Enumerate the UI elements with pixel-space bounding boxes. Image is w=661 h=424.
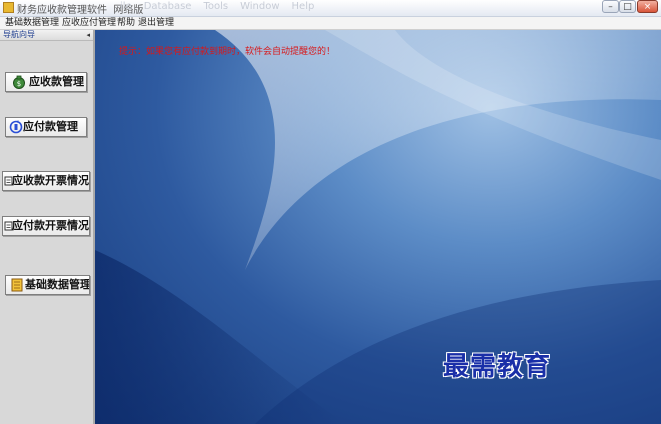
nav-label: 基础数据管理 (25, 278, 90, 291)
ghost-menu-database: Database (143, 1, 192, 12)
money-bag-icon: $ (13, 75, 25, 89)
nav-label: 应收款管理 (29, 75, 84, 88)
sidebar-header: 导航向导 ◂ (0, 30, 93, 41)
nav-payable-invoice-status[interactable]: 应付款开票情况 (2, 216, 90, 236)
maximize-icon: □ (623, 2, 632, 12)
sidebar-title: 导航向导 (3, 30, 35, 39)
watermark-logo: 最需教育 (443, 352, 552, 382)
wallpaper-swirl (95, 30, 661, 424)
main-desktop: 提示：如果您有应付款到期时，软件会自动提醒您的！ (95, 30, 661, 424)
ghost-menu: ile Database Tools Window Help (120, 1, 326, 12)
menu-receivable-payable[interactable]: 应收应付管理 (62, 17, 116, 29)
notebook-icon (11, 278, 23, 292)
maximize-button[interactable]: □ (619, 0, 636, 13)
close-button[interactable]: × (637, 0, 658, 13)
nav-receivable-management[interactable]: $ 应收款管理 (5, 72, 87, 92)
minimize-icon: – (608, 2, 613, 12)
nav-receivable-invoice-status[interactable]: 应收款开票情况 (2, 171, 90, 191)
reminder-notice: 提示：如果您有应付款到期时，软件会自动提醒您的！ (119, 47, 336, 57)
menu-bar: 基础数据管理 应收应付管理 帮助 退出管理 (0, 17, 661, 30)
ghost-menu-tools: Tools (203, 1, 229, 12)
menu-basic-data[interactable]: 基础数据管理 (5, 17, 59, 29)
title-bar: 财务应收款管理软件 网络版 ile Database Tools Window Help… (0, 0, 661, 17)
app-icon (3, 2, 14, 13)
minimize-button[interactable]: – (602, 0, 619, 13)
sidebar-collapse-icon[interactable]: ◂ (86, 30, 90, 40)
nav-label: 应付款开票情况 (12, 219, 89, 232)
window-title-text: 财务应收款管理软件 (17, 5, 107, 16)
nav-label: 应收款开票情况 (12, 174, 89, 187)
sidebar: 导航向导 ◂ $ 应收款管理 应付款管理 应收款开票情况 应付款开票情况 基础数… (0, 30, 95, 424)
ghost-menu-window: Window (240, 1, 280, 12)
nav-basic-data-management[interactable]: 基础数据管理 (5, 275, 90, 295)
svg-text:$: $ (17, 80, 21, 88)
nav-payable-management[interactable]: 应付款管理 (5, 117, 87, 137)
ghost-menu-file: ile (120, 1, 132, 12)
ghost-menu-help: Help (291, 1, 315, 12)
close-icon: × (643, 2, 652, 12)
menu-help[interactable]: 帮助 (117, 17, 135, 29)
nav-label: 应付款管理 (23, 120, 78, 133)
payment-cycle-icon (9, 120, 23, 134)
menu-exit[interactable]: 退出管理 (138, 17, 174, 29)
